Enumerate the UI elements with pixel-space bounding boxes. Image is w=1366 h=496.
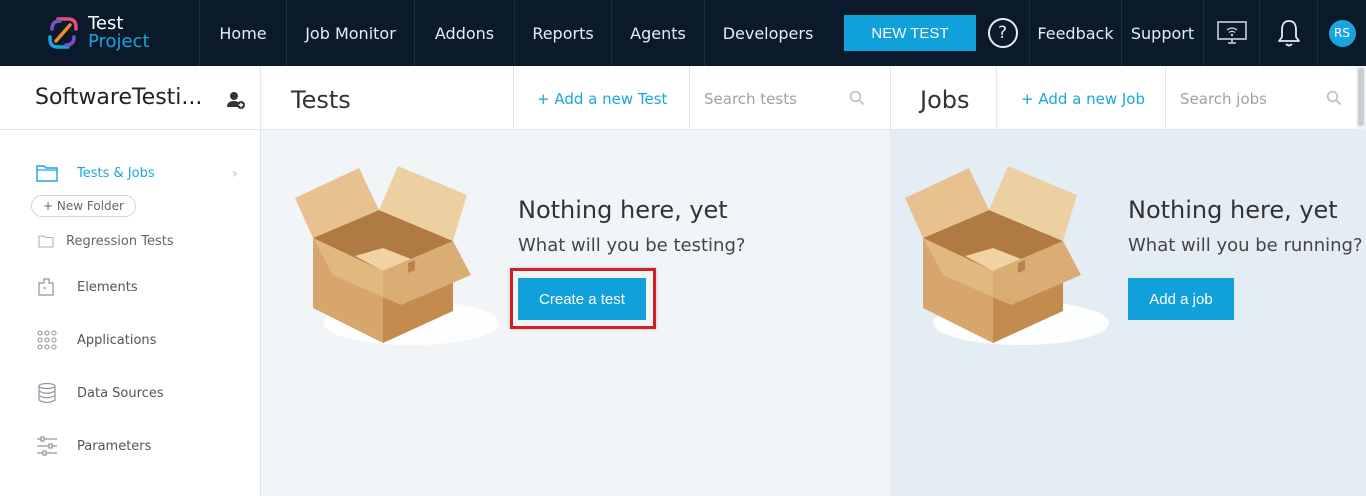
search-jobs-input[interactable]: Search jobs [1180, 90, 1267, 108]
project-header: SoftwareTesti... [0, 66, 260, 130]
jobs-panel-header: Jobs + Add a new Job Search jobs [890, 66, 1366, 130]
header-divider [996, 66, 997, 130]
jobs-title: Jobs [920, 86, 970, 114]
sidebar-item-tests-jobs[interactable]: Tests & Jobs › [0, 162, 260, 184]
tests-panel-header: Tests + Add a new Test Search tests [261, 66, 890, 130]
help-icon: ? [987, 18, 1018, 48]
chevron-right-icon: › [232, 166, 238, 182]
header-divider [689, 66, 690, 130]
nav-agents[interactable]: Agents [612, 0, 705, 66]
add-job-button[interactable]: Add a job [1128, 278, 1234, 320]
project-name[interactable]: SoftwareTesti... [35, 85, 213, 110]
add-new-test-link[interactable]: + Add a new Test [537, 90, 667, 108]
tests-empty-title: Nothing here, yet [518, 196, 728, 224]
folder-icon [36, 165, 58, 182]
new-test-wrap: NEW TEST [831, 0, 976, 66]
tests-title: Tests [291, 86, 351, 114]
header-divider [1165, 66, 1166, 130]
folder-label: Regression Tests [66, 233, 174, 249]
new-folder-button[interactable]: + New Folder [31, 195, 136, 217]
agents-monitor-button[interactable] [1204, 0, 1260, 66]
nav-job-monitor[interactable]: Job Monitor [287, 0, 415, 66]
empty-box-illustration [905, 166, 1109, 345]
logo-text-project: Project [88, 31, 150, 52]
sidebar-item-data-sources[interactable]: Data Sources [0, 382, 260, 404]
search-icon[interactable] [849, 90, 865, 106]
nav-home[interactable]: Home [200, 0, 287, 66]
testproject-logo-icon [48, 17, 78, 49]
sidebar-item-label: Tests & Jobs [77, 165, 155, 181]
jobs-empty-title: Nothing here, yet [1128, 196, 1338, 224]
sidebar-item-label: Parameters [77, 438, 152, 454]
logo-wordmark: Test Project [88, 15, 150, 51]
nav-reports[interactable]: Reports [515, 0, 612, 66]
sidebar-item-applications[interactable]: Applications [0, 329, 260, 351]
sidebar-item-label: Elements [77, 279, 138, 295]
sidebar-item-parameters[interactable]: Parameters [0, 435, 260, 457]
project-sidebar: SoftwareTesti... Tests & Jobs › + New Fo… [0, 66, 261, 496]
testproject-logo[interactable]: Test Project [0, 0, 200, 66]
add-new-job-link[interactable]: + Add a new Job [1021, 90, 1145, 108]
monitor-wifi-icon [1216, 21, 1247, 44]
new-test-button[interactable]: NEW TEST [844, 15, 976, 51]
top-nav-bar: Test Project Home Job Monitor Addons Rep… [0, 0, 1366, 66]
header-divider [513, 66, 514, 130]
applications-grid-icon [37, 330, 57, 350]
folder-regression-tests[interactable]: Regression Tests [38, 233, 174, 249]
nav-support[interactable]: Support [1122, 0, 1204, 66]
scrollbar-thumb[interactable] [1358, 68, 1364, 126]
notifications-button[interactable] [1260, 0, 1318, 66]
help-button[interactable]: ? [976, 0, 1030, 66]
tests-empty-subtitle: What will you be testing? [518, 235, 746, 256]
folder-icon [38, 235, 54, 248]
search-icon[interactable] [1326, 90, 1342, 106]
avatar: RS [1328, 19, 1356, 47]
sliders-icon [37, 436, 57, 456]
user-menu[interactable]: RS [1318, 0, 1366, 66]
sidebar-item-label: Data Sources [77, 385, 164, 401]
sidebar-item-elements[interactable]: Elements [0, 276, 260, 298]
bell-icon [1277, 20, 1300, 47]
jobs-empty-subtitle: What will you be running? [1128, 235, 1363, 256]
nav-developers[interactable]: Developers [705, 0, 831, 66]
nav-feedback[interactable]: Feedback [1030, 0, 1122, 66]
empty-box-illustration [295, 166, 499, 345]
search-tests-input[interactable]: Search tests [704, 90, 797, 108]
sidebar-item-label: Applications [77, 332, 157, 348]
database-icon [38, 382, 56, 404]
create-test-button[interactable]: Create a test [518, 278, 646, 320]
add-user-icon[interactable] [226, 90, 246, 110]
elements-icon [38, 278, 54, 296]
nav-addons[interactable]: Addons [415, 0, 515, 66]
